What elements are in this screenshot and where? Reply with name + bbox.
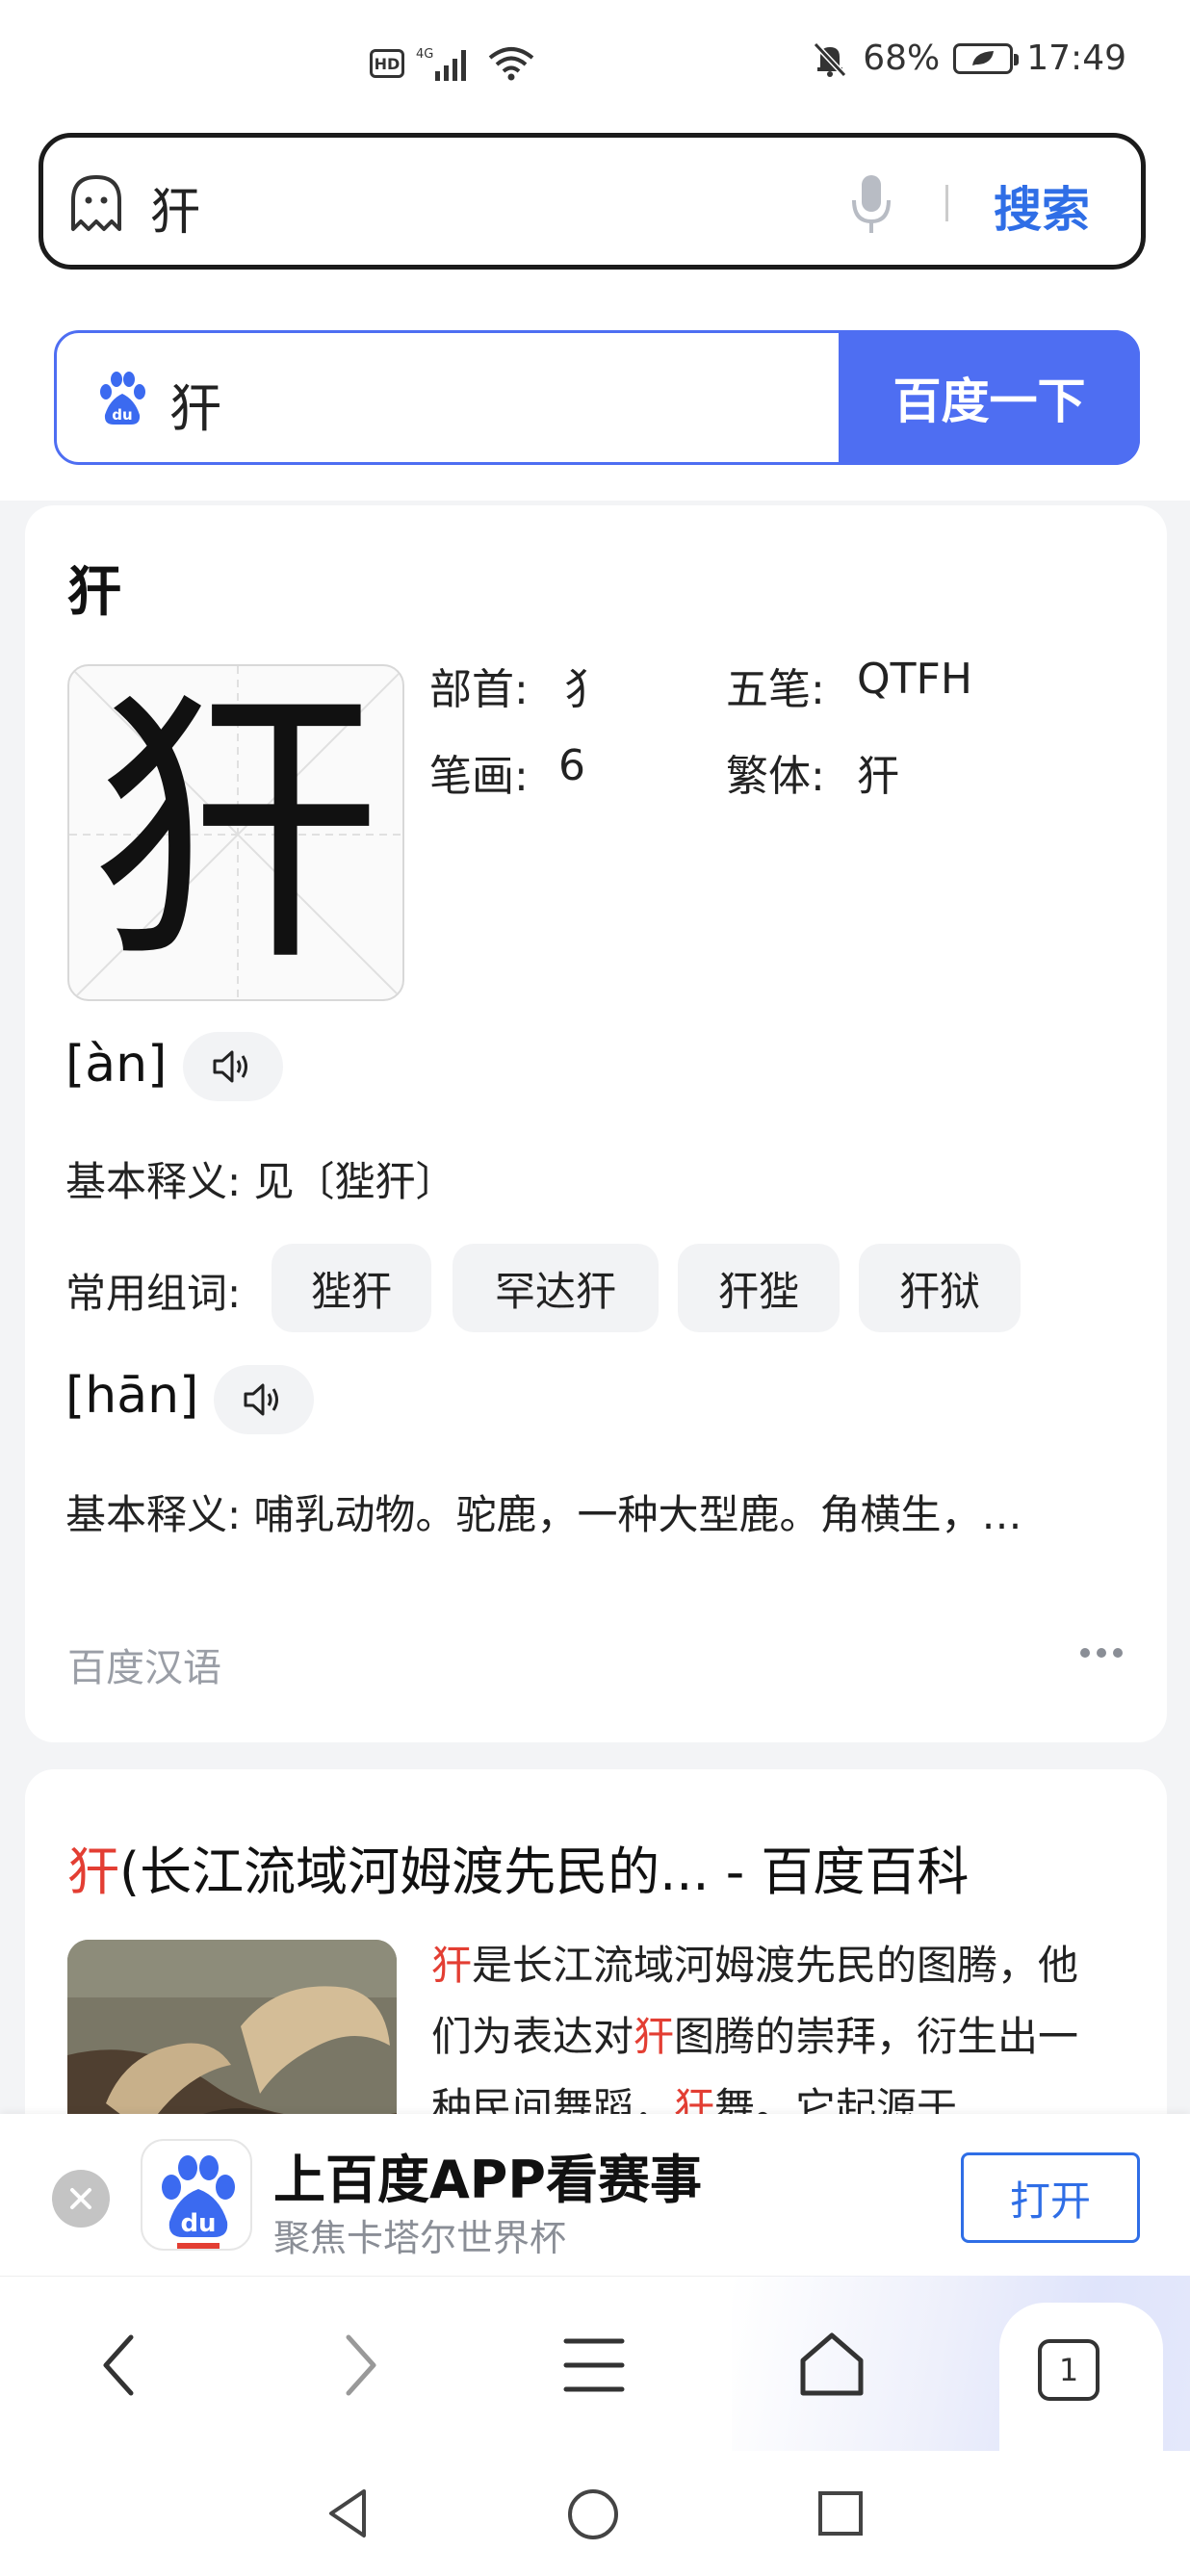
cellular-signal-icon: 4G <box>416 47 466 81</box>
definition-label: 基本释义: <box>65 1158 242 1205</box>
baidu-search-query[interactable]: 犴 <box>169 366 221 442</box>
close-icon <box>70 2188 91 2209</box>
microphone-icon[interactable] <box>847 173 895 237</box>
baidu-paw-icon: du <box>100 372 145 425</box>
source-label[interactable]: 百度汉语 <box>67 1636 221 1692</box>
banner-title: 上百度APP看赛事 <box>273 2150 702 2210</box>
wubi-value: QTFH <box>857 655 972 704</box>
common-words-label: 常用组词: <box>65 1270 242 1317</box>
address-bar-query[interactable]: 犴 <box>150 171 200 244</box>
definition-han: 基本释义: 哺乳动物。驼鹿，一种大型鹿。角横生，… <box>65 1482 1022 1541</box>
baidu-app-logo: du <box>141 2139 252 2251</box>
svg-text:du: du <box>112 406 132 424</box>
character-glyph[interactable]: 犴 <box>67 664 404 1001</box>
address-bar[interactable] <box>39 133 1146 270</box>
system-home-icon[interactable] <box>566 2487 620 2541</box>
tabs-count-button[interactable]: 1 <box>1038 2339 1099 2401</box>
definition-text: 见〔狴犴〕 <box>253 1158 456 1205</box>
baidu-search-button[interactable]: 百度一下 <box>839 330 1140 465</box>
word-chip[interactable]: 犴狴 <box>678 1244 840 1332</box>
radical-label: 部首: <box>429 665 529 714</box>
home-icon[interactable] <box>797 2330 867 2399</box>
hd-icon: HD <box>370 49 404 78</box>
status-right: 68% 17:49 <box>811 39 1126 78</box>
svg-text:4G: 4G <box>416 47 433 62</box>
system-recents-icon[interactable] <box>816 2489 865 2537</box>
svg-text:du: du <box>180 2209 216 2238</box>
status-left: HD 4G <box>370 44 535 83</box>
definition-text: 哺乳动物。驼鹿，一种大型鹿。角横生，… <box>253 1491 1022 1538</box>
snippet-highlight: 犴 <box>634 2013 675 2060</box>
menu-icon[interactable] <box>562 2331 626 2399</box>
traditional-label: 繁体: <box>726 752 825 801</box>
mute-bell-icon <box>814 41 847 77</box>
browser-search-button[interactable]: 搜索 <box>994 171 1090 241</box>
word-chip[interactable]: 狴犴 <box>272 1244 431 1332</box>
snippet-highlight: 犴 <box>431 1942 473 1989</box>
definition-label: 基本释义: <box>65 1491 242 1538</box>
pinyin-an: [àn] <box>65 1036 168 1094</box>
banner-subtitle: 聚焦卡塔尔世界杯 <box>273 2217 567 2259</box>
pinyin-han: [hān] <box>65 1367 199 1425</box>
banner-close-button[interactable] <box>52 2170 110 2228</box>
pronounce-an-button[interactable] <box>183 1032 283 1101</box>
wubi-label: 五笔: <box>726 665 825 714</box>
traditional-value: 犴 <box>857 752 899 801</box>
dictionary-card-title[interactable]: 犴 <box>67 549 121 627</box>
wifi-icon <box>488 47 534 81</box>
title-text: (长江流域河姆渡先民的... - 百度百科 <box>119 1842 970 1902</box>
title-highlight: 犴 <box>67 1842 119 1902</box>
forward-icon[interactable] <box>333 2331 387 2399</box>
clock: 17:49 <box>1026 39 1126 78</box>
strokes-label: 笔画: <box>429 752 529 801</box>
strokes-value: 6 <box>558 741 585 790</box>
baike-snippet: 犴是长江流域河姆渡先民的图腾，他们为表达对犴图腾的崇拜，衍生出一种民间舞蹈，犴舞… <box>431 1930 1105 2144</box>
system-back-icon[interactable] <box>323 2486 372 2541</box>
baike-card-title[interactable]: 犴(长江流域河姆渡先民的... - 百度百科 <box>67 1829 969 1905</box>
back-icon[interactable] <box>92 2331 146 2399</box>
definition-an: 基本释义: 见〔狴犴〕 <box>65 1149 456 1208</box>
word-chip[interactable]: 罕达犴 <box>453 1244 659 1332</box>
pronounce-han-button[interactable] <box>214 1365 314 1434</box>
word-chip[interactable]: 犴狱 <box>859 1244 1021 1332</box>
more-options-icon[interactable] <box>1080 1648 1123 1658</box>
speaker-icon <box>244 1383 278 1416</box>
open-app-button[interactable]: 打开 <box>961 2152 1140 2243</box>
address-bar-divider <box>945 185 948 221</box>
radical-value: 犭 <box>564 665 607 714</box>
battery-icon <box>953 42 1020 74</box>
ghost-privacy-icon[interactable] <box>67 173 125 233</box>
speaker-icon <box>213 1050 247 1083</box>
battery-percent: 68% <box>863 39 941 78</box>
